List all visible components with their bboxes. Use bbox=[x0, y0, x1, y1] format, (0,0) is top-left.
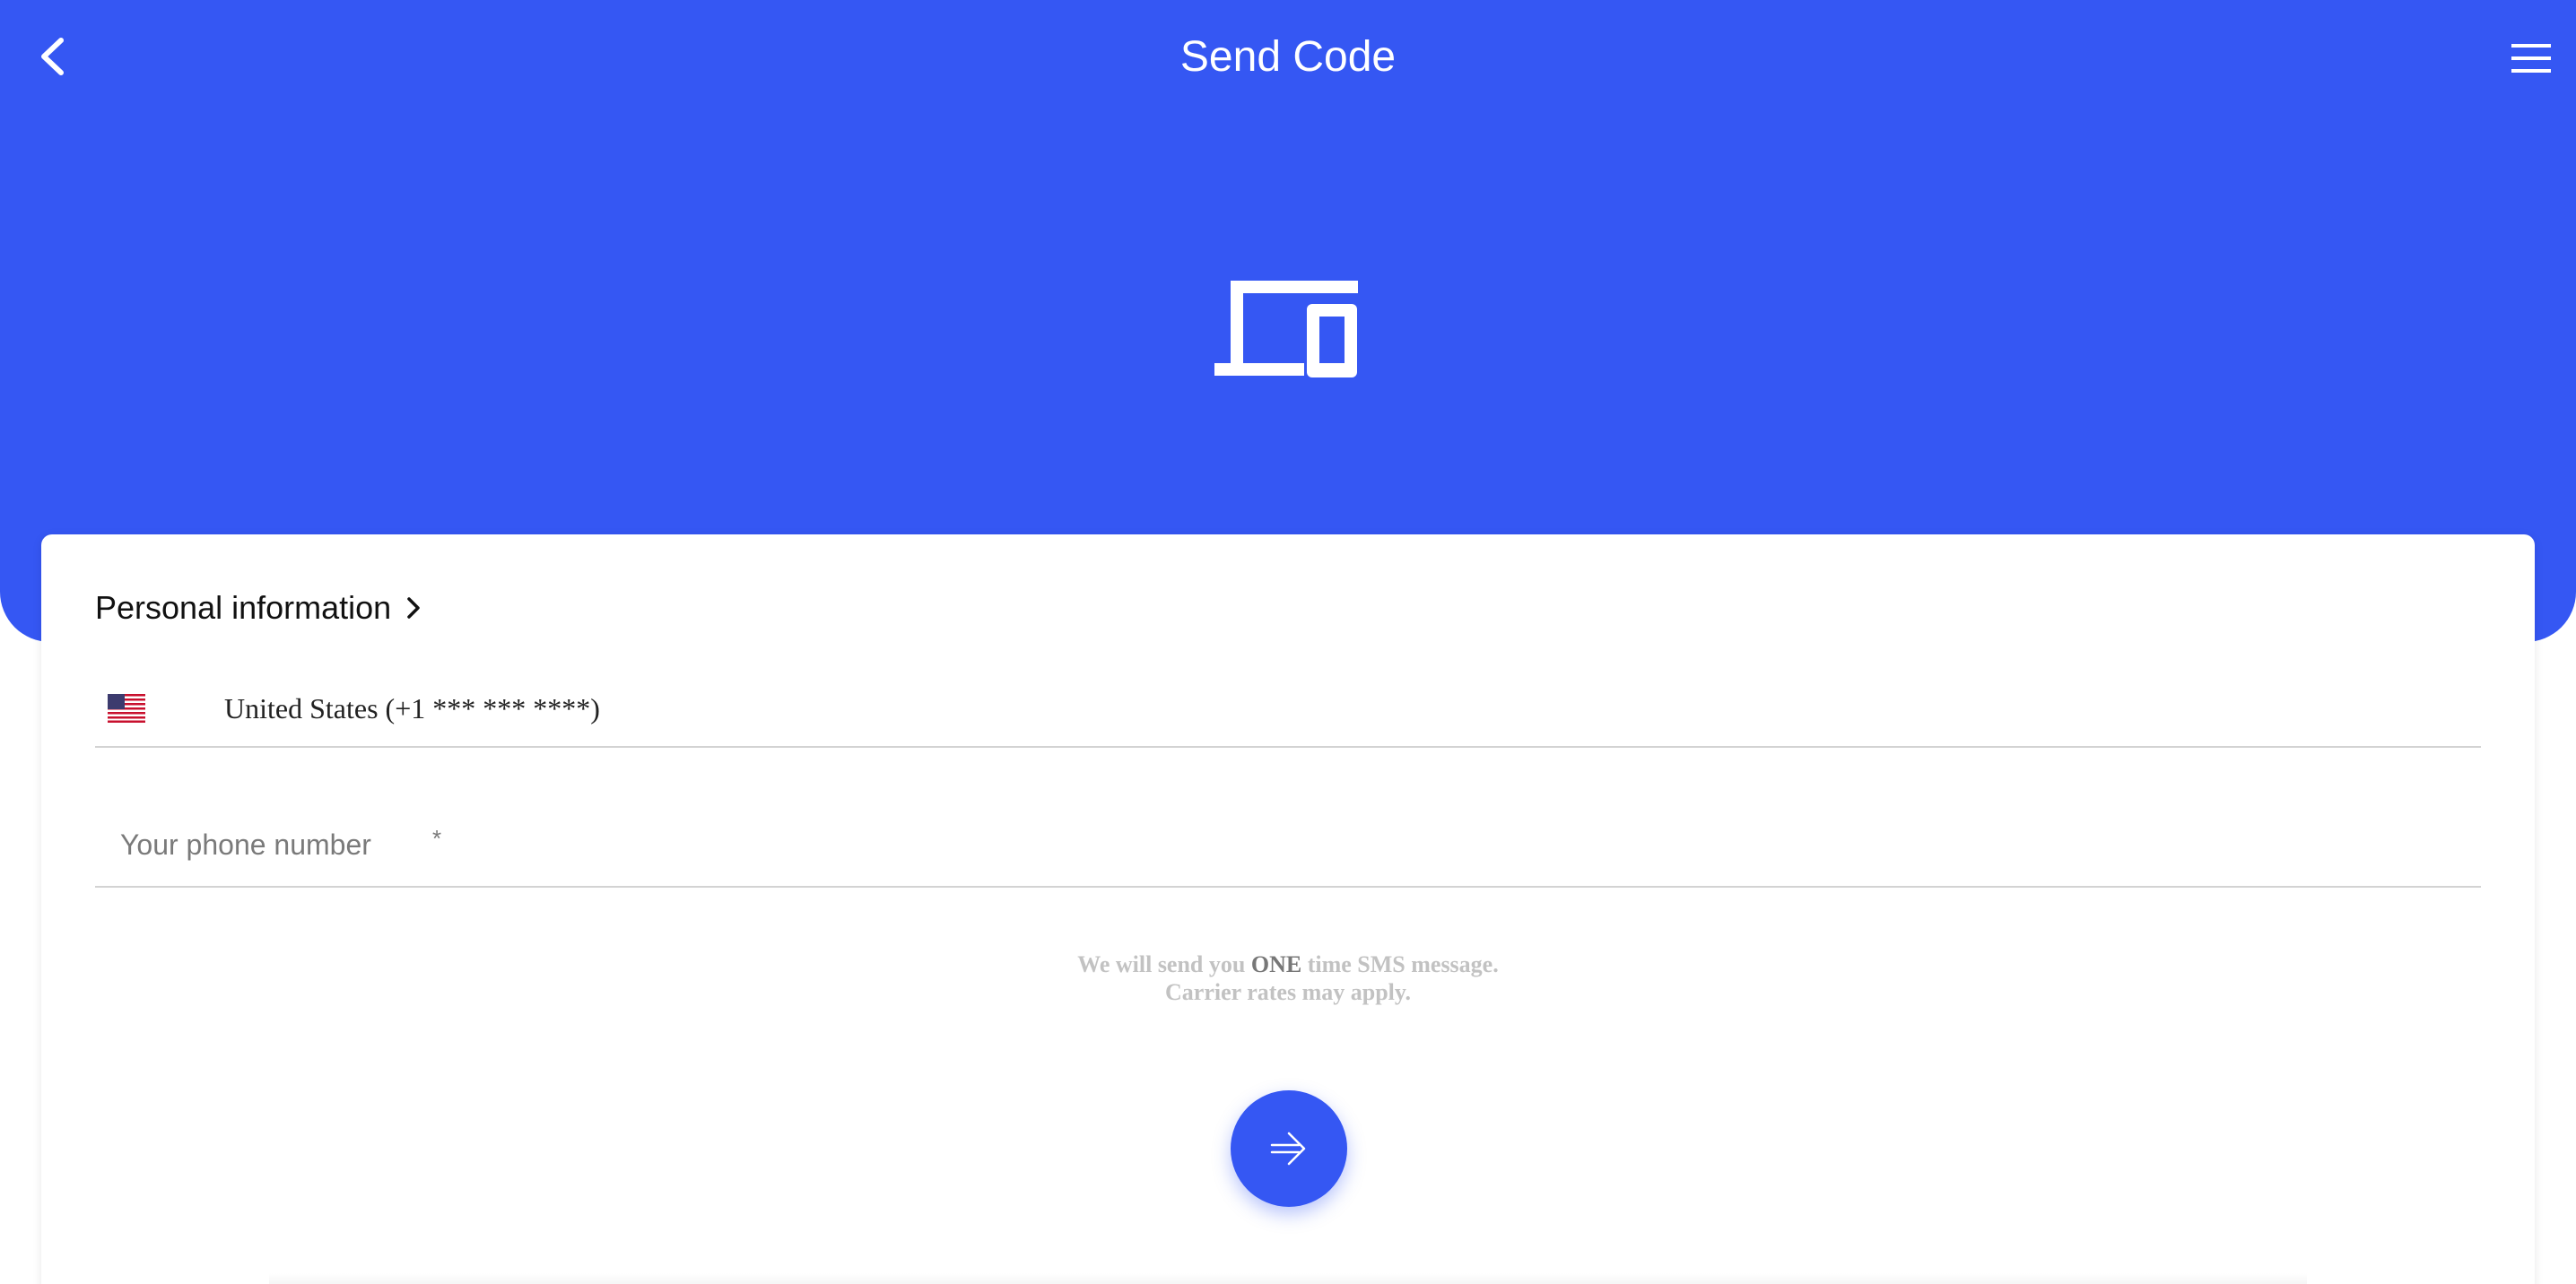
phone-field: * bbox=[95, 803, 2481, 888]
phone-number-input[interactable] bbox=[95, 803, 2481, 886]
required-mark: * bbox=[432, 825, 442, 852]
page-title: Send Code bbox=[1179, 33, 1397, 81]
hamburger-menu-icon bbox=[2511, 44, 2551, 73]
personal-information-link[interactable]: Personal information bbox=[95, 588, 422, 628]
top-app-bar: Send Code bbox=[0, 0, 2576, 117]
us-flag-icon bbox=[108, 694, 145, 723]
personal-info-card: Personal information United States (+1 *… bbox=[41, 534, 2535, 1284]
country-value: United States (+1 *** *** ****) bbox=[224, 692, 600, 724]
sms-notice-line-1: We will send you ONE time SMS message. bbox=[1077, 951, 1499, 977]
card-bottom-shadow bbox=[269, 1273, 2307, 1284]
devices-icon bbox=[1214, 281, 1358, 377]
menu-button[interactable] bbox=[2506, 36, 2556, 81]
arrow-right-icon bbox=[1270, 1132, 1306, 1166]
chevron-right-icon bbox=[407, 597, 420, 619]
send-code-submit-button[interactable] bbox=[1231, 1090, 1347, 1207]
sms-notice: We will send you ONE time SMS message. C… bbox=[41, 950, 2535, 1006]
send-code-page: Send Code Personal information United St… bbox=[0, 0, 2576, 1284]
section-title: Personal information bbox=[95, 589, 392, 626]
sms-notice-emphasis: ONE bbox=[1250, 951, 1302, 977]
sms-notice-line-2: Carrier rates may apply. bbox=[1165, 979, 1411, 1005]
country-select[interactable]: United States (+1 *** *** ****) bbox=[95, 687, 2481, 748]
